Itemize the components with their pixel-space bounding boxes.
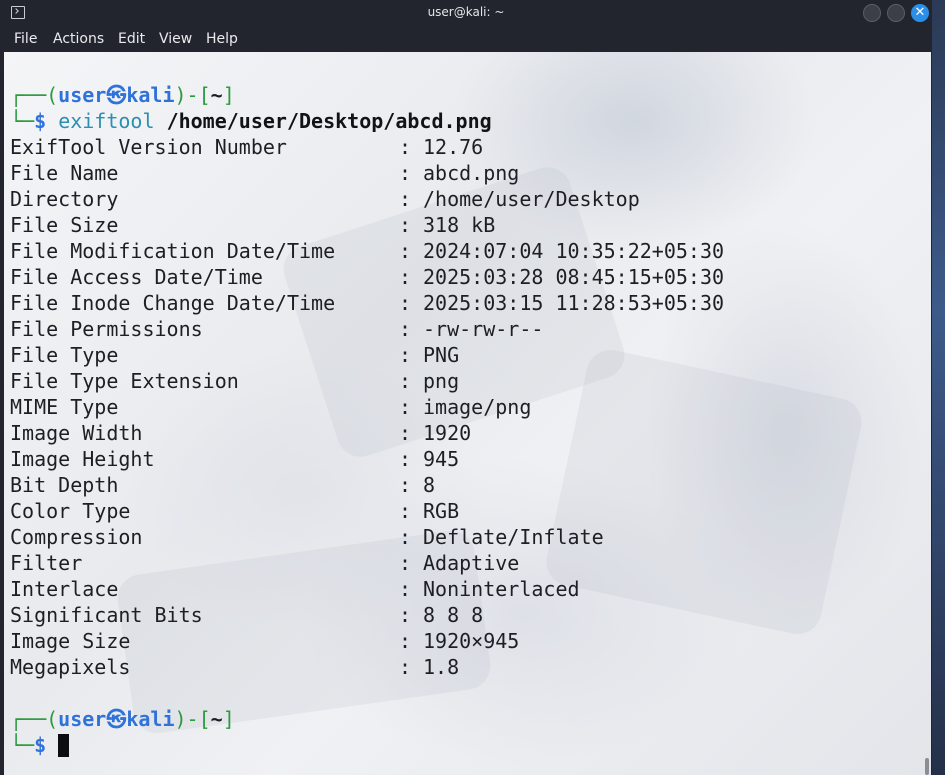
output-separator: : <box>399 135 412 159</box>
output-value: 2025:03:28 08:45:15+05:30 <box>423 265 725 289</box>
desktop-edge <box>932 0 945 775</box>
output-separator: : <box>399 291 412 315</box>
output-key: Significant Bits <box>10 603 203 627</box>
output-key: Color Type <box>10 499 131 523</box>
output-value: image/png <box>423 395 532 419</box>
terminal-output[interactable]: ┌──(user㉿kali)-[~] └─$ exiftool /home/us… <box>4 52 931 775</box>
prompt-header-2: ┌──(user㉿kali)-[~] <box>10 707 235 731</box>
output-value: -rw-rw-r-- <box>423 317 544 341</box>
command-program: exiftool <box>58 109 155 133</box>
output-key: Filter <box>10 551 83 575</box>
kali-dragon-icon-2: ㉿ <box>106 707 127 731</box>
output-key: Image Size <box>10 629 131 653</box>
output-value: 12.76 <box>423 135 484 159</box>
output-separator: : <box>399 395 412 419</box>
output-value: png <box>423 369 460 393</box>
prompt-user-2: user <box>58 707 107 731</box>
prompt-symbol: $ <box>34 109 47 133</box>
output-separator: : <box>399 187 412 211</box>
output-separator: : <box>399 213 412 237</box>
prompt-user: user <box>58 83 107 107</box>
output-value: Adaptive <box>423 551 520 575</box>
menu-help[interactable]: Help <box>206 31 238 47</box>
output-value: 318 kB <box>423 213 496 237</box>
output-value: 1920×945 <box>423 629 520 653</box>
output-separator: : <box>399 421 412 445</box>
output-value: Deflate/Inflate <box>423 525 604 549</box>
output-key: Bit Depth <box>10 473 119 497</box>
output-key: Image Width <box>10 421 143 445</box>
prompt-host-2: kali <box>126 707 175 731</box>
prompt-cwd-2: ~ <box>210 707 223 731</box>
output-separator: : <box>399 343 412 367</box>
command-line-2: └─$ <box>10 733 47 757</box>
close-icon: ✕ <box>914 5 926 20</box>
output-key: Megapixels <box>10 655 131 679</box>
output-separator: : <box>399 551 412 575</box>
output-separator: : <box>399 525 412 549</box>
output-key: Compression <box>10 525 143 549</box>
scrollbar[interactable] <box>925 758 929 775</box>
output-value: 2024:07:04 10:35:22+05:30 <box>423 239 725 263</box>
menu-actions[interactable]: Actions <box>53 31 104 47</box>
output-separator: : <box>399 577 412 601</box>
minimize-button[interactable] <box>863 4 881 22</box>
output-separator: : <box>399 473 412 497</box>
output-key: File Modification Date/Time <box>10 239 336 263</box>
window-title: user@kali: ~ <box>427 5 505 19</box>
output-key: Directory <box>10 187 119 211</box>
output-key: File Access Date/Time <box>10 265 263 289</box>
output-key: File Type <box>10 343 119 367</box>
output-separator: : <box>399 603 412 627</box>
output-key: File Name <box>10 161 119 185</box>
menu-bar: File Actions Edit View Help <box>0 27 932 52</box>
output-value: abcd.png <box>423 161 520 185</box>
output-key: Interlace <box>10 577 119 601</box>
command-line: └─$ exiftool /home/user/Desktop/abcd.png <box>10 109 492 133</box>
output-key: File Permissions <box>10 317 203 341</box>
command-argument: /home/user/Desktop/abcd.png <box>166 109 492 133</box>
output-key: File Type Extension <box>10 369 239 393</box>
menu-file[interactable]: File <box>14 31 37 47</box>
output-value: 8 <box>423 473 436 497</box>
output-value: RGB <box>423 499 460 523</box>
output-separator: : <box>399 629 412 653</box>
output-value: 2025:03:15 11:28:53+05:30 <box>423 291 725 315</box>
output-value: Noninterlaced <box>423 577 580 601</box>
output-value: /home/user/Desktop <box>423 187 640 211</box>
output-value: 8 8 8 <box>423 603 484 627</box>
menu-edit[interactable]: Edit <box>118 31 145 47</box>
output-value: 1920 <box>423 421 472 445</box>
output-key: ExifTool Version Number <box>10 135 287 159</box>
output-key: MIME Type <box>10 395 119 419</box>
output-key: File Size <box>10 213 119 237</box>
prompt-cwd: ~ <box>210 83 223 107</box>
output-separator: : <box>399 239 412 263</box>
output-separator: : <box>399 447 412 471</box>
prompt-symbol-2: $ <box>34 733 47 757</box>
output-separator: : <box>399 655 412 679</box>
maximize-button[interactable] <box>887 4 905 22</box>
output-key: File Inode Change Date/Time <box>10 291 336 315</box>
output-separator: : <box>399 265 412 289</box>
output-value: 945 <box>423 447 460 471</box>
output-value: 1.8 <box>423 655 460 679</box>
terminal-window: user@kali: ~ ✕ File Actions Edit View He… <box>0 0 932 775</box>
close-button[interactable]: ✕ <box>911 4 929 22</box>
output-separator: : <box>399 499 412 523</box>
title-bar[interactable]: user@kali: ~ ✕ <box>0 0 932 27</box>
output-key: Image Height <box>10 447 155 471</box>
kali-dragon-icon: ㉿ <box>106 83 127 107</box>
prompt-host: kali <box>126 83 175 107</box>
output-separator: : <box>399 369 412 393</box>
output-separator: : <box>399 317 412 341</box>
output-separator: : <box>399 161 412 185</box>
text-cursor <box>58 734 69 757</box>
menu-view[interactable]: View <box>159 31 192 47</box>
prompt-header: ┌──(user㉿kali)-[~] <box>10 83 235 107</box>
output-value: PNG <box>423 343 460 367</box>
